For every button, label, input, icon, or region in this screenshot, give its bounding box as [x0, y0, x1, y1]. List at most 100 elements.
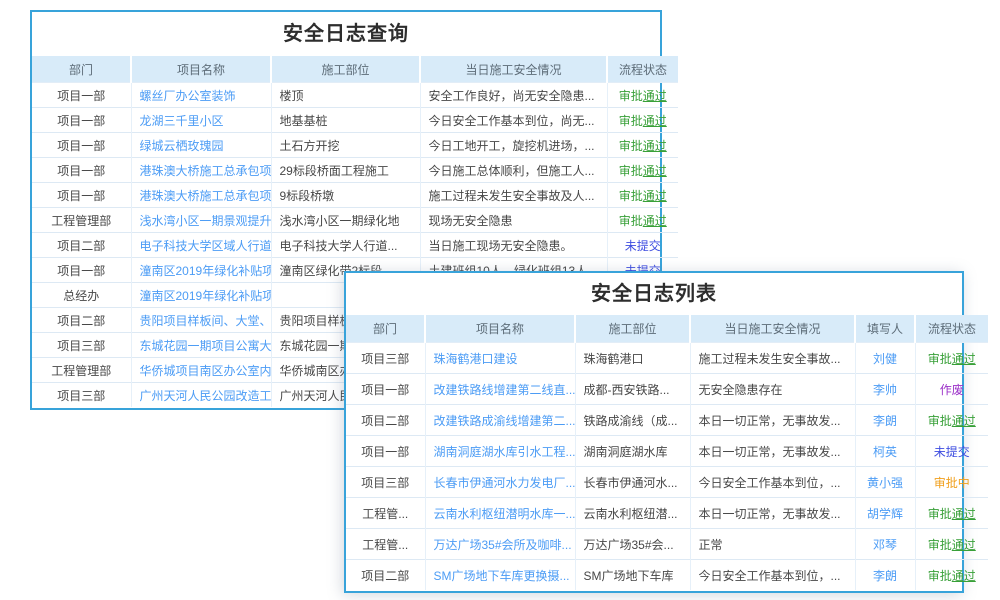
cell-dept: 项目一部 — [32, 133, 131, 158]
project-link[interactable]: SM广场地下车库更换摄... — [434, 569, 570, 583]
cell-dept: 工程管理部 — [32, 208, 131, 233]
project-link[interactable]: 东城花园一期项目公寓大堂 装 — [140, 339, 272, 353]
writer-link[interactable]: 黄小强 — [867, 476, 903, 490]
cell-project: 潼南区2019年绿化补贴项目-标 — [131, 258, 271, 283]
cell-site: 土石方开挖 — [271, 133, 420, 158]
project-link[interactable]: 贵阳项目样板间、大堂、电梯 — [140, 314, 272, 328]
cell-project: 港珠澳大桥施工总承包项目 — [131, 183, 271, 208]
writer-link[interactable]: 邓琴 — [873, 538, 897, 552]
status-text[interactable]: 审批通过 — [928, 538, 976, 552]
safety-log-list-panel: 安全日志列表 部门项目名称施工部位当日施工安全情况填写人流程状态 项目三部珠海鹤… — [344, 271, 964, 593]
query-table-head: 部门项目名称施工部位当日施工安全情况流程状态 — [32, 56, 678, 83]
status-text[interactable]: 审批通过 — [619, 139, 667, 153]
project-link[interactable]: 华侨城项目南区办公室内装修 — [140, 364, 272, 378]
cell-writer: 李朗 — [855, 560, 915, 591]
table-row: 项目二部SM广场地下车库更换摄...SM广场地下车库今日安全工作基本到位，...… — [346, 560, 988, 591]
project-link[interactable]: 螺丝厂办公室装饰 — [140, 89, 236, 103]
status-text[interactable]: 审批通过 — [928, 414, 976, 428]
status-text[interactable]: 审批通过 — [619, 214, 667, 228]
cell-project: 改建铁路成渝线增建第二... — [425, 405, 575, 436]
table-row: 项目一部改建铁路线增建第二线直...成都-西安铁路...无安全隐患存在李帅作废 — [346, 374, 988, 405]
cell-writer: 李帅 — [855, 374, 915, 405]
cell-project: 广州天河人民公园改造工程 — [131, 383, 271, 408]
list-panel-title: 安全日志列表 — [346, 273, 962, 315]
table-row: 项目一部龙湖三千里小区地基基桩今日安全工作基本到位，尚无...审批通过 — [32, 108, 678, 133]
cell-safety: 本日一切正常，无事故发... — [690, 436, 855, 467]
status-text[interactable]: 审批通过 — [619, 89, 667, 103]
status-text[interactable]: 未提交 — [625, 239, 661, 253]
cell-writer: 李朗 — [855, 405, 915, 436]
project-link[interactable]: 改建铁路线增建第二线直... — [434, 383, 576, 397]
cell-dept: 项目一部 — [32, 258, 131, 283]
project-link[interactable]: 长春市伊通河水力发电厂... — [434, 476, 576, 490]
cell-dept: 项目一部 — [346, 436, 425, 467]
cell-project: 珠海鹤港口建设 — [425, 343, 575, 374]
status-text[interactable]: 审批中 — [934, 476, 970, 490]
cell-dept: 工程管理部 — [32, 358, 131, 383]
status-text[interactable]: 审批通过 — [619, 164, 667, 178]
cell-project: 潼南区2019年绿化补贴项目-标 — [131, 283, 271, 308]
status-text[interactable]: 审批通过 — [619, 114, 667, 128]
cell-safety: 今日工地开工，旋挖机进场，... — [420, 133, 607, 158]
cell-dept: 项目二部 — [32, 308, 131, 333]
cell-project: 云南水利枢纽潜明水库一... — [425, 498, 575, 529]
project-link[interactable]: 广州天河人民公园改造工程 — [140, 389, 272, 403]
cell-status: 审批通过 — [915, 405, 988, 436]
list-table: 部门项目名称施工部位当日施工安全情况填写人流程状态 项目三部珠海鹤港口建设珠海鹤… — [346, 315, 988, 590]
project-link[interactable]: 电子科技大学区域人行道及非 — [140, 239, 272, 253]
cell-status: 审批通过 — [607, 183, 678, 208]
table-row: 项目一部湖南洞庭湖水库引水工程...湖南洞庭湖水库本日一切正常，无事故发...柯… — [346, 436, 988, 467]
writer-link[interactable]: 刘健 — [873, 352, 897, 366]
status-text[interactable]: 作废 — [940, 383, 964, 397]
project-link[interactable]: 万达广场35#会所及咖啡... — [434, 538, 572, 552]
status-text[interactable]: 审批通过 — [928, 507, 976, 521]
list-table-head: 部门项目名称施工部位当日施工安全情况填写人流程状态 — [346, 315, 988, 343]
project-link[interactable]: 龙湖三千里小区 — [140, 114, 224, 128]
status-text[interactable]: 审批通过 — [619, 189, 667, 203]
writer-link[interactable]: 李帅 — [873, 383, 897, 397]
cell-project: SM广场地下车库更换摄... — [425, 560, 575, 591]
writer-link[interactable]: 李朗 — [873, 414, 897, 428]
writer-link[interactable]: 柯英 — [873, 445, 897, 459]
writer-link[interactable]: 胡学辉 — [867, 507, 903, 521]
cell-site: 珠海鹤港口 — [575, 343, 690, 374]
cell-project: 长春市伊通河水力发电厂... — [425, 467, 575, 498]
cell-project: 浅水湾小区一期景观提升工程 — [131, 208, 271, 233]
project-link[interactable]: 珠海鹤港口建设 — [434, 352, 518, 366]
writer-link[interactable]: 李朗 — [873, 569, 897, 583]
cell-project: 螺丝厂办公室装饰 — [131, 83, 271, 108]
cell-status: 审批通过 — [607, 158, 678, 183]
cell-project: 贵阳项目样板间、大堂、电梯 — [131, 308, 271, 333]
cell-project: 电子科技大学区域人行道及非 — [131, 233, 271, 258]
status-text[interactable]: 未提交 — [934, 445, 970, 459]
project-link[interactable]: 潼南区2019年绿化补贴项目-标 — [140, 264, 272, 278]
cell-status: 审批通过 — [607, 133, 678, 158]
cell-status: 审批通过 — [607, 108, 678, 133]
cell-project: 港珠澳大桥施工总承包项目 — [131, 158, 271, 183]
status-text[interactable]: 审批通过 — [928, 352, 976, 366]
cell-status: 审批通过 — [607, 83, 678, 108]
project-link[interactable]: 湖南洞庭湖水库引水工程... — [434, 445, 576, 459]
project-link[interactable]: 港珠澳大桥施工总承包项目 — [140, 164, 272, 178]
cell-status: 审批通过 — [915, 560, 988, 591]
cell-project: 改建铁路线增建第二线直... — [425, 374, 575, 405]
project-link[interactable]: 港珠澳大桥施工总承包项目 — [140, 189, 272, 203]
cell-safety: 施工过程未发生安全事故... — [690, 343, 855, 374]
cell-site: 长春市伊通河水... — [575, 467, 690, 498]
project-link[interactable]: 改建铁路成渝线增建第二... — [434, 414, 576, 428]
project-link[interactable]: 绿城云栖玫瑰园 — [140, 139, 224, 153]
column-header: 部门 — [346, 315, 425, 343]
project-link[interactable]: 浅水湾小区一期景观提升工程 — [140, 214, 272, 228]
cell-safety: 无安全隐患存在 — [690, 374, 855, 405]
query-panel-title: 安全日志查询 — [32, 12, 660, 56]
table-row: 项目二部电子科技大学区域人行道及非电子科技大学人行道...当日施工现场无安全隐患… — [32, 233, 678, 258]
column-header: 流程状态 — [915, 315, 988, 343]
cell-status: 审批通过 — [915, 498, 988, 529]
status-text[interactable]: 审批通过 — [928, 569, 976, 583]
cell-dept: 总经办 — [32, 283, 131, 308]
project-link[interactable]: 云南水利枢纽潜明水库一... — [434, 507, 576, 521]
cell-status: 审批通过 — [915, 529, 988, 560]
project-link[interactable]: 潼南区2019年绿化补贴项目-标 — [140, 289, 272, 303]
table-row: 项目一部绿城云栖玫瑰园 土石方开挖今日工地开工，旋挖机进场，... 审批通过 — [32, 133, 678, 158]
cell-project: 万达广场35#会所及咖啡... — [425, 529, 575, 560]
